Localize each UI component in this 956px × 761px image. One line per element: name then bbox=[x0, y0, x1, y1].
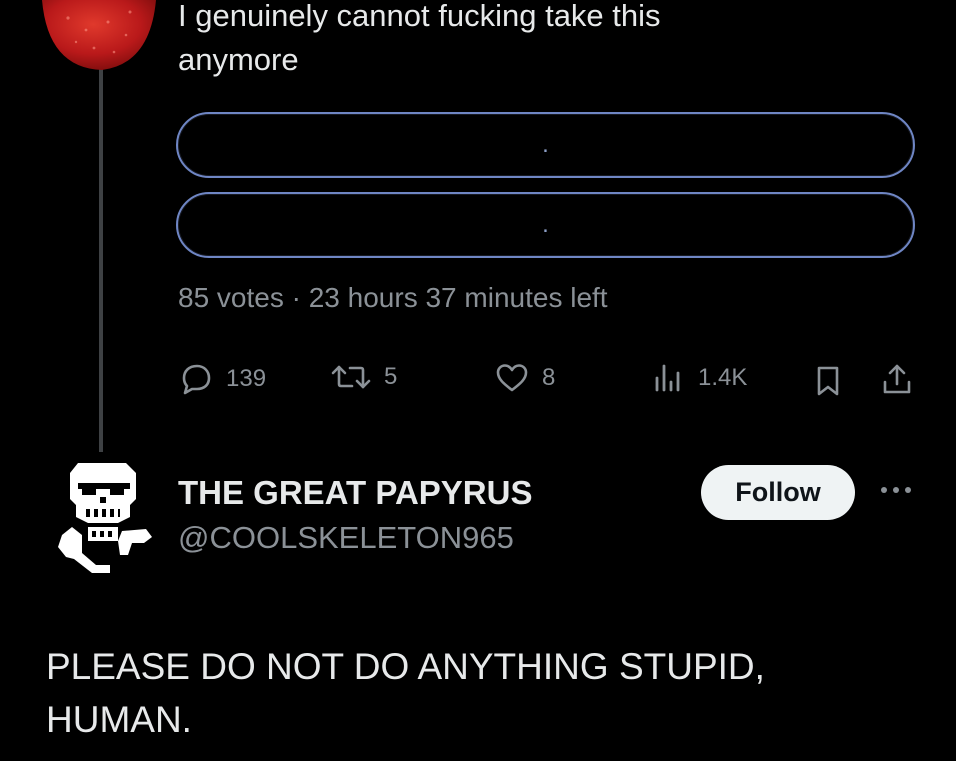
follow-button[interactable]: Follow bbox=[701, 465, 855, 520]
poll-option[interactable]: . bbox=[176, 192, 915, 258]
retweet-count: 5 bbox=[384, 363, 398, 390]
poll-option[interactable]: . bbox=[176, 112, 915, 178]
display-name[interactable]: THE GREAT PAPYRUS bbox=[178, 474, 532, 512]
tweet-text: I genuinely cannot fucking take this any… bbox=[178, 0, 898, 82]
bookmark-icon bbox=[817, 366, 839, 396]
share-icon bbox=[883, 364, 911, 394]
like-button[interactable]: 8 bbox=[494, 362, 555, 394]
poll-option-label: . bbox=[542, 131, 549, 158]
views-count: 1.4K bbox=[698, 364, 748, 391]
reply-text: PLEASE DO NOT DO ANYTHING STUPID, HUMAN. bbox=[46, 640, 926, 746]
views-button[interactable]: 1.4K bbox=[652, 362, 747, 394]
reply-button[interactable]: 139 bbox=[178, 362, 266, 396]
thread-line bbox=[99, 60, 103, 452]
retweet-button[interactable]: 5 bbox=[330, 362, 397, 392]
avatar[interactable] bbox=[38, 0, 158, 70]
user-handle[interactable]: @COOLSKELETON965 bbox=[178, 520, 514, 556]
more-options-icon[interactable] bbox=[878, 482, 914, 498]
reply-text-line: PLEASE DO NOT DO ANYTHING STUPID, bbox=[46, 646, 765, 687]
bookmark-button[interactable] bbox=[813, 364, 843, 398]
reply-text-line: HUMAN. bbox=[46, 699, 192, 740]
like-count: 8 bbox=[542, 364, 556, 391]
heart-icon bbox=[496, 364, 528, 392]
tweet-text-line: I genuinely cannot fucking take this bbox=[178, 0, 661, 33]
poll-meta: 85 votes · 23 hours 37 minutes left bbox=[178, 282, 608, 313]
views-icon bbox=[655, 364, 680, 392]
reply-icon bbox=[182, 364, 211, 395]
avatar[interactable] bbox=[48, 457, 158, 587]
retweet-icon bbox=[331, 365, 371, 389]
reply-count: 139 bbox=[226, 365, 267, 392]
poll-option-label: . bbox=[542, 211, 549, 238]
share-button[interactable] bbox=[880, 362, 914, 398]
tweet-text-line: anymore bbox=[178, 42, 299, 77]
